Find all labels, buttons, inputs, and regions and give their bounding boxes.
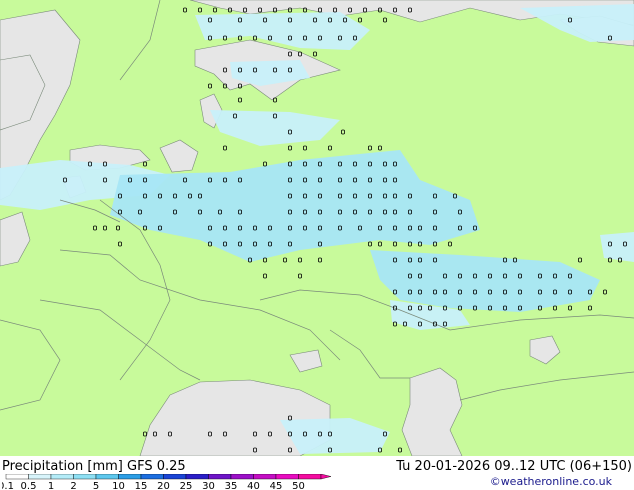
scale-label: 25 [180,481,193,490]
scale-label: 0.5 [21,481,37,490]
scale-swatch [230,474,254,480]
scale-swatch [208,474,232,480]
scale-label: 10 [112,481,125,490]
valid-time: Tu 20-01-2026 09..12 UTC (06+150) [396,459,632,474]
precipitation-color-scale: 0.10.5125101520253035404550 [2,474,332,490]
scale-swatch [163,474,187,480]
scale-label: 20 [157,481,170,490]
scale-swatch [28,474,52,480]
scale-label: 45 [270,481,283,490]
scale-label: 15 [135,481,148,490]
precipitation-map [0,0,634,456]
map-title: Precipitation [mm] GFS 0.25 [2,459,186,474]
scale-label: 0.1 [2,481,14,490]
map-stage: Precipitation [mm] GFS 0.25 Tu 20-01-202… [0,0,634,490]
scale-label: 30 [202,481,215,490]
scale-swatch [253,474,277,480]
scale-label: 1 [48,481,54,490]
scale-swatch [73,474,97,480]
scale-swatch [95,474,119,480]
scale-swatch [298,474,322,480]
scale-label: 40 [247,481,260,490]
scale-swatch [185,474,209,480]
scale-swatch [140,474,164,480]
scale-label: 5 [93,481,99,490]
scale-label: 50 [292,481,305,490]
site-credit: ©weatheronline.co.uk [489,475,612,488]
map-footer: Precipitation [mm] GFS 0.25 Tu 20-01-202… [0,456,634,490]
scale-swatch [50,474,74,480]
scale-arrow [320,474,332,480]
caspian-sea [401,367,463,456]
precip-area-urals [600,232,634,262]
scale-label: 2 [70,481,76,490]
scale-swatch [275,474,299,480]
scale-label: 35 [225,481,238,490]
scale-swatch [118,474,142,480]
scale-swatch [5,474,29,480]
